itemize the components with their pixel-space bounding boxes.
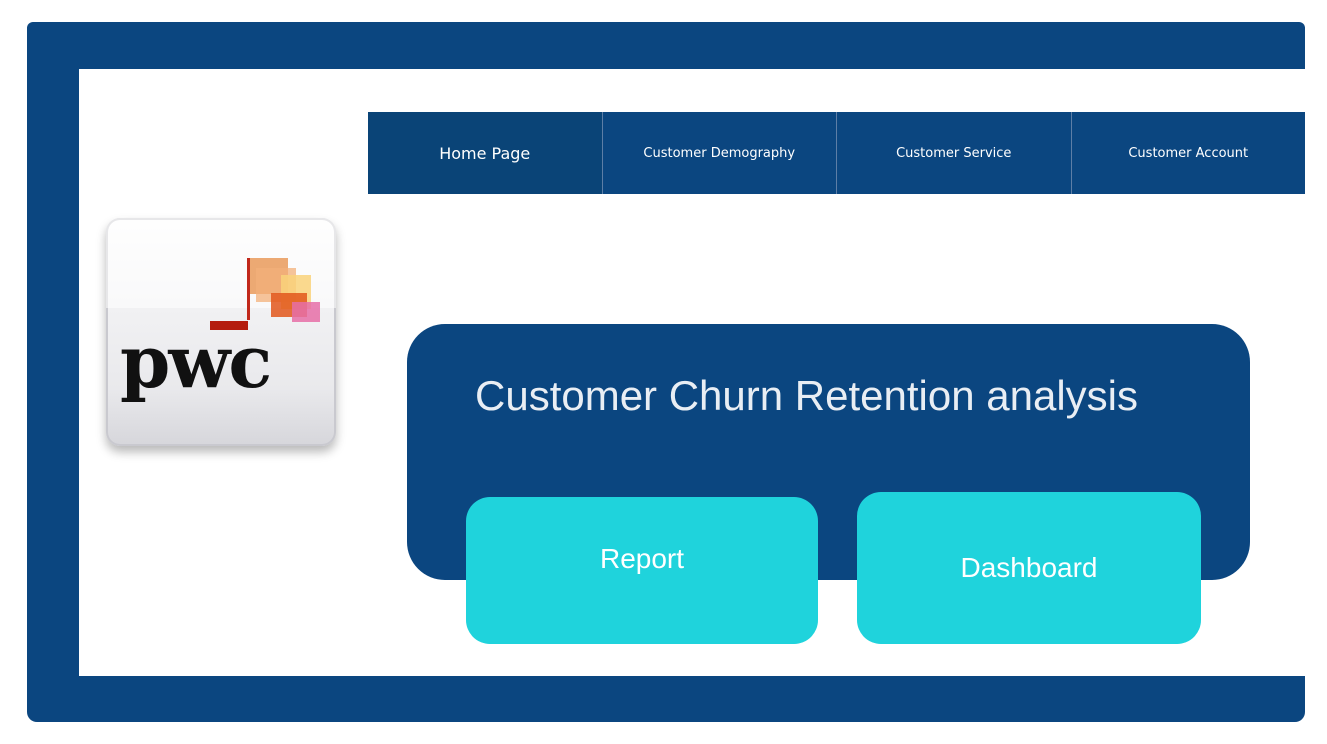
dashboard-button-label: Dashboard — [960, 552, 1098, 583]
dashboard-button[interactable]: Dashboard — [857, 492, 1201, 644]
report-button-label: Report — [599, 542, 685, 574]
nav-customer-account[interactable]: Customer Account — [1072, 112, 1306, 194]
nav-customer-service[interactable]: Customer Service — [837, 112, 1072, 194]
pwc-logo: pwc — [106, 218, 336, 446]
nav-customer-demography[interactable]: Customer Demography — [603, 112, 837, 194]
report-button[interactable]: Report — [466, 497, 818, 644]
nav-home-page[interactable]: Home Page — [368, 112, 603, 194]
nav-bar: Home Page Customer Demography Customer S… — [368, 112, 1305, 194]
logo-wordmark: pwc — [120, 319, 272, 404]
page-title: Customer Churn Retention analysis — [475, 372, 1138, 419]
